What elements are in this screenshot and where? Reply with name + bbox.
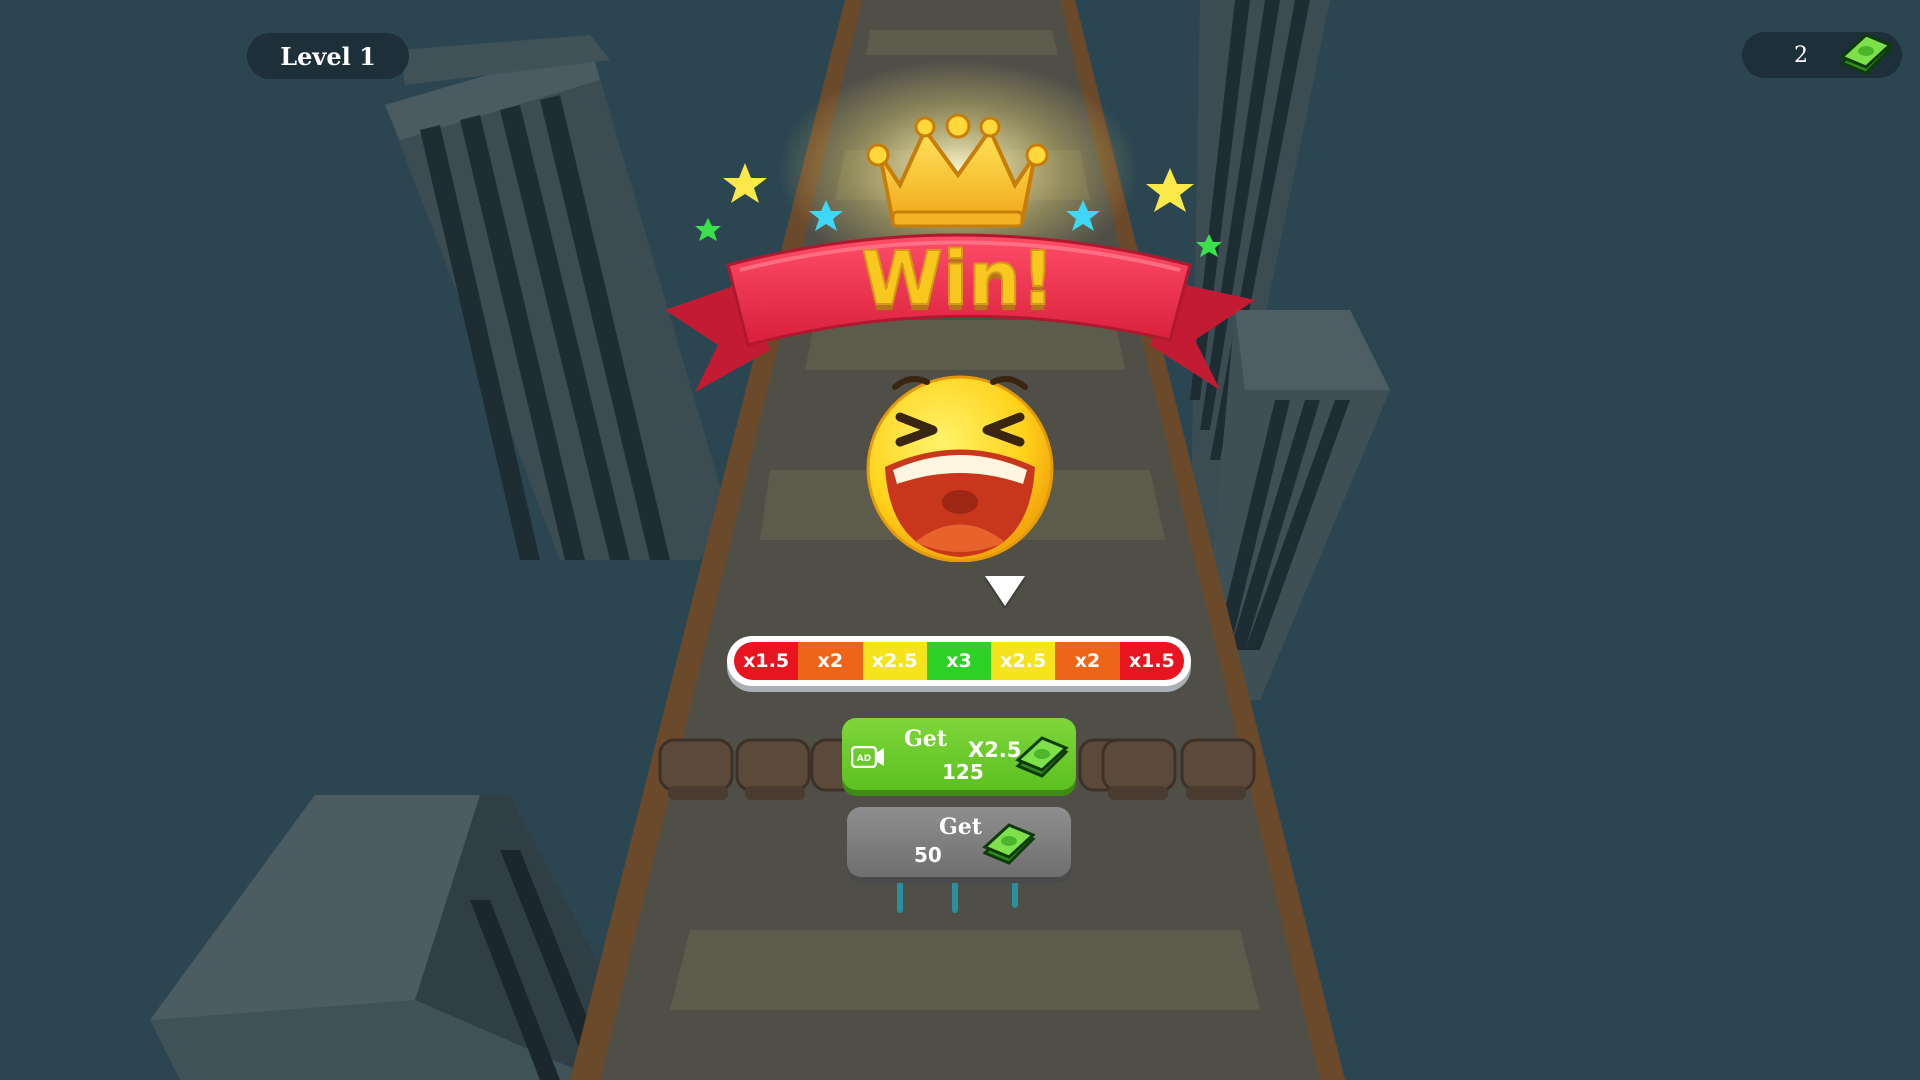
segment-label: x2 xyxy=(1074,650,1101,672)
cash-count: 2 xyxy=(1794,42,1808,68)
bonus-button-title: Get xyxy=(904,726,947,752)
cash-icon xyxy=(1839,33,1893,75)
multiplier-segment: x2.5 xyxy=(991,642,1056,680)
multiplier-segment: x1.5 xyxy=(1119,642,1184,680)
cash-icon xyxy=(1015,736,1069,778)
multiplier-segment: x2 xyxy=(1055,642,1120,680)
multiplier-segment: x2 xyxy=(798,642,863,680)
get-button[interactable]: Get 50 xyxy=(847,807,1071,877)
cash-counter: 2 xyxy=(1742,32,1902,78)
multiplier-segment: x2.5 xyxy=(862,642,927,680)
segment-label: x2.5 xyxy=(1000,650,1047,672)
get-button-amount: 50 xyxy=(914,843,942,867)
segment-label: x1.5 xyxy=(743,650,790,672)
level-indicator: Level 1 xyxy=(247,33,409,79)
bonus-button-amount: 125 xyxy=(942,760,984,784)
multiplier-segments: x1.5 x2 x2.5 x3 x2.5 x2 x1.5 xyxy=(734,642,1184,680)
segment-label: x2 xyxy=(817,650,844,672)
win-title-text: Win! xyxy=(861,236,1054,322)
win-title: Win! Win! xyxy=(858,235,1058,330)
get-button-title: Get xyxy=(939,814,982,840)
multiplier-pointer xyxy=(985,576,1025,606)
segment-label: x2.5 xyxy=(871,650,918,672)
segment-label: x3 xyxy=(946,650,972,672)
multiplier-bar: x1.5 x2 x2.5 x3 x2.5 x2 x1.5 xyxy=(727,636,1191,686)
multiplier-segment: x3 xyxy=(926,642,992,680)
ad-video-icon: AD xyxy=(851,746,884,768)
cash-icon xyxy=(982,823,1036,865)
segment-label: x1.5 xyxy=(1128,650,1175,672)
level-label: Level 1 xyxy=(280,41,376,71)
get-bonus-button[interactable]: AD Get X2.5 125 xyxy=(842,718,1076,790)
multiplier-segment: x1.5 xyxy=(734,642,799,680)
ad-label: AD xyxy=(857,754,871,764)
win-title-graphic: Win! Win! xyxy=(860,235,1055,328)
laughing-emoji xyxy=(866,375,1054,562)
